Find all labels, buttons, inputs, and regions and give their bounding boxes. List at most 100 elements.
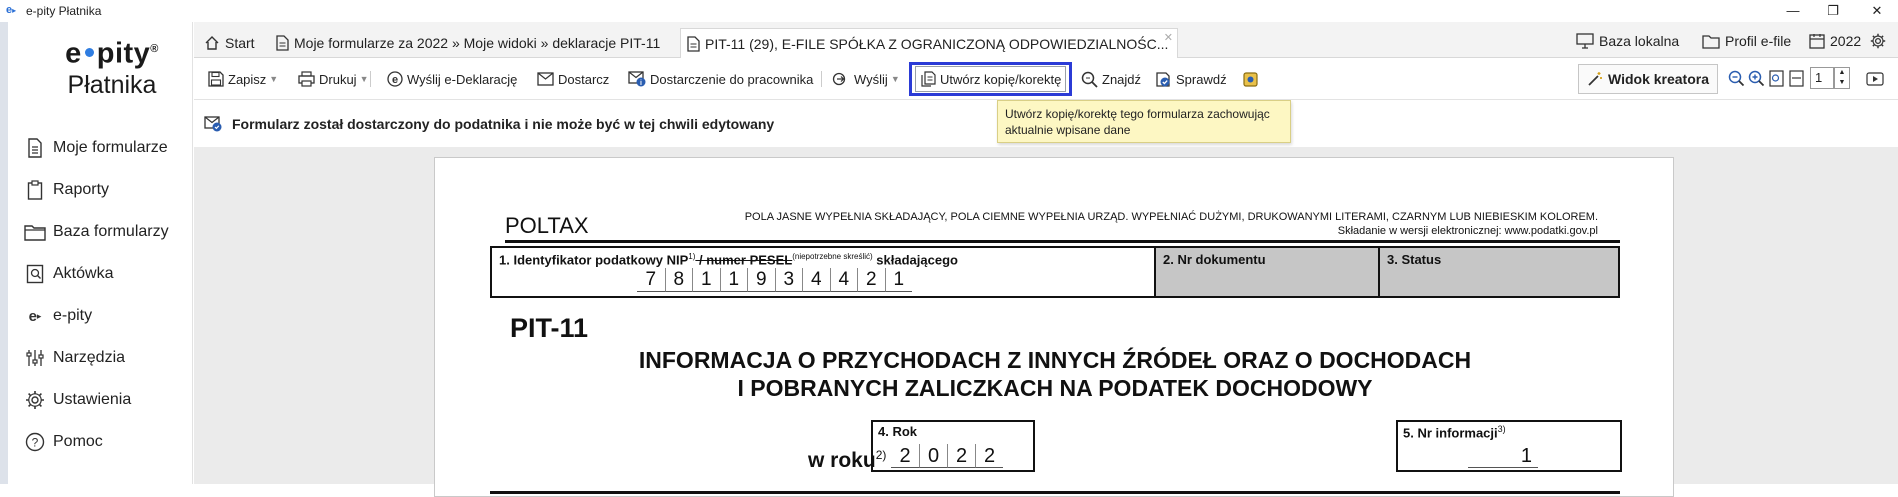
zoom-in-icon[interactable] — [1747, 68, 1765, 88]
zapisz-button[interactable]: Zapisz ▼ — [208, 67, 278, 91]
page-spinner[interactable]: ▲ ▼ — [1834, 67, 1850, 89]
logo-registered-mark: ® — [150, 43, 159, 55]
toolbar-label: Wyślij — [854, 71, 888, 87]
baza-lokalna-link[interactable]: Baza lokalna — [1576, 30, 1679, 52]
restore-button[interactable]: ❐ — [1818, 1, 1848, 21]
sidebar-item-label: Narzędzia — [53, 349, 126, 366]
year-digit: 2 — [891, 444, 919, 468]
help-icon: ? — [24, 431, 46, 453]
baza-lokalna-label: Baza lokalna — [1599, 33, 1680, 49]
field-nip[interactable]: 1. Identyfikator podatkowy NIP1) / numer… — [492, 248, 1154, 296]
dostarcz-button[interactable]: Dostarcz — [537, 67, 609, 91]
wyslij-button[interactable]: Wyślij ▼ — [832, 67, 900, 91]
envelope-icon — [537, 72, 554, 86]
sidebar-item-label: Pomoc — [53, 433, 103, 450]
year-selector[interactable]: 2022 — [1809, 30, 1861, 52]
window-title: e-pity Płatnika — [26, 4, 102, 18]
sidebar-item-label: Baza formularzy — [53, 223, 169, 240]
field-rok-label: 4. Rok — [878, 424, 918, 439]
year-digit: 2 — [947, 444, 975, 468]
sidebar-item-moje-formularze[interactable]: Moje formularze — [16, 127, 196, 169]
sidebar-item-aktowka[interactable]: Aktówka — [16, 253, 196, 295]
page-number-input[interactable]: 1 — [1810, 67, 1834, 89]
tab-start[interactable]: Start — [198, 28, 261, 58]
chevron-down-icon[interactable]: ▼ — [891, 74, 900, 84]
document-viewer[interactable]: POLTAX POLA JASNE WYPEŁNIA SKŁADAJĄCY, P… — [194, 147, 1898, 497]
settings-gear-button[interactable] — [1870, 30, 1891, 52]
instructions-line1: POLA JASNE WYPEŁNIA SKŁADAJĄCY, POLA CIE… — [744, 211, 1598, 223]
field-rok[interactable]: 4. Rok 2 0 2 2 — [871, 420, 1035, 472]
e-pity-icon: e▸ — [6, 4, 17, 16]
sprawdz-button[interactable]: Sprawdź — [1155, 67, 1227, 91]
sidebar-item-label: Ustawienia — [53, 391, 132, 408]
logo-text-pity: pity — [96, 37, 151, 70]
toolbar-label: Sprawdź — [1176, 71, 1227, 87]
toolbar-label: Wyślij e-Deklarację — [407, 71, 518, 87]
form-page: POLTAX POLA JASNE WYPEŁNIA SKŁADAJĄCY, P… — [434, 157, 1674, 497]
sidebar: e pity® Płatnika Moje formularze Raporty … — [8, 22, 193, 484]
field-status: 3. Status — [1378, 248, 1618, 296]
year-label: 2022 — [1830, 33, 1862, 49]
nr-informacji-value: 1 — [1468, 444, 1538, 468]
tab-moje-formularze[interactable]: Moje formularze za 2022 » Moje widoki » … — [270, 28, 666, 58]
close-button[interactable]: ✕ — [1862, 1, 1892, 21]
sidebar-item-narzedzia[interactable]: Narzędzia — [16, 337, 196, 379]
chevron-down-icon[interactable]: ▼ — [269, 74, 278, 84]
toolbar-separator — [370, 71, 371, 87]
toolbar-label: Znajdź — [1102, 71, 1142, 87]
fit-page-icon[interactable] — [1767, 68, 1785, 88]
toolbar-label: Drukuj — [319, 71, 357, 87]
form-main-title: INFORMACJA O PRZYCHODACH Z INNYCH ŹRÓDEŁ… — [435, 346, 1675, 402]
year-digit: 0 — [919, 444, 947, 468]
chevron-down-icon[interactable]: ▼ — [360, 74, 369, 84]
wyslij-e-deklaracje-button[interactable]: e Wyślij e-Deklarację — [387, 67, 517, 91]
folder-icon — [24, 221, 46, 243]
nr-informacji-text: 5. Nr informacji — [1403, 425, 1498, 441]
magic-wand-icon — [1587, 71, 1603, 87]
sidebar-item-e-pity[interactable]: e ▸ e-pity — [16, 295, 196, 337]
drukuj-button[interactable]: Drukuj ▼ — [298, 67, 369, 91]
left-edge-strip — [0, 22, 8, 484]
zoom-controls — [1727, 68, 1805, 88]
home-icon — [204, 35, 220, 51]
sidebar-item-label: e-pity — [53, 307, 93, 324]
form-code: PIT-11 — [510, 313, 589, 343]
tab-label: Moje formularze za 2022 » Moje widoki » … — [294, 35, 661, 51]
nip-digit: 4 — [802, 268, 830, 292]
play-button[interactable] — [1866, 67, 1888, 91]
svg-text:?: ? — [32, 436, 39, 450]
profil-link[interactable]: Profil e-file — [1702, 30, 1791, 52]
fit-width-icon[interactable] — [1787, 68, 1805, 88]
zoom-out-icon[interactable] — [1727, 68, 1745, 88]
chevron-down-icon[interactable]: ▼ — [1839, 79, 1846, 86]
nr-informacji-footnote: 3) — [1497, 424, 1506, 434]
nip-digit: 9 — [747, 268, 775, 292]
nip-digits: 7 8 1 1 9 3 4 4 2 1 — [637, 268, 912, 292]
section-rule — [490, 491, 1620, 494]
field-nr-informacji[interactable]: 5. Nr informacji3) 1 — [1396, 420, 1622, 472]
chevron-up-icon[interactable]: ▲ — [1839, 69, 1846, 76]
minimize-button[interactable]: — — [1778, 1, 1808, 21]
tab-pit11-active[interactable]: PIT-11 (29), E-FILE SPÓŁKA Z OGRANICZONĄ… — [680, 28, 1178, 58]
sidebar-item-ustawienia[interactable]: Ustawienia — [16, 379, 196, 421]
sidebar-item-pomoc[interactable]: ? Pomoc — [16, 421, 196, 463]
sidebar-item-baza-formularzy[interactable]: Baza formularzy — [16, 211, 196, 253]
sidebar-nav: Moje formularze Raporty Baza formularzy … — [16, 127, 196, 463]
copy-document-icon — [921, 71, 936, 87]
nip-label-part1: 1. Identyfikator podatkowy NIP — [499, 252, 689, 268]
widok-kreatora-button[interactable]: Widok kreatora — [1578, 64, 1718, 94]
svg-text:e: e — [392, 74, 398, 86]
e-pity-icon: e▸ — [28, 307, 42, 325]
folder-icon — [1702, 34, 1720, 49]
logo-text-e: e — [65, 37, 82, 70]
nip-digit: 4 — [829, 268, 857, 292]
utworz-kopie-button[interactable]: Utwórz kopię/korektę — [921, 67, 1061, 91]
znajdz-button[interactable]: Znajdź — [1081, 67, 1141, 91]
document-icon — [276, 35, 289, 51]
sidebar-item-raporty[interactable]: Raporty — [16, 169, 196, 211]
logo-dot — [84, 47, 94, 57]
plugin-button[interactable] — [1242, 67, 1264, 91]
close-tab-icon[interactable]: ✕ — [1164, 31, 1173, 44]
nip-digit: 3 — [774, 268, 802, 292]
dostarczenie-do-pracownika-button[interactable]: i Dostarczenie do pracownika — [628, 67, 813, 91]
